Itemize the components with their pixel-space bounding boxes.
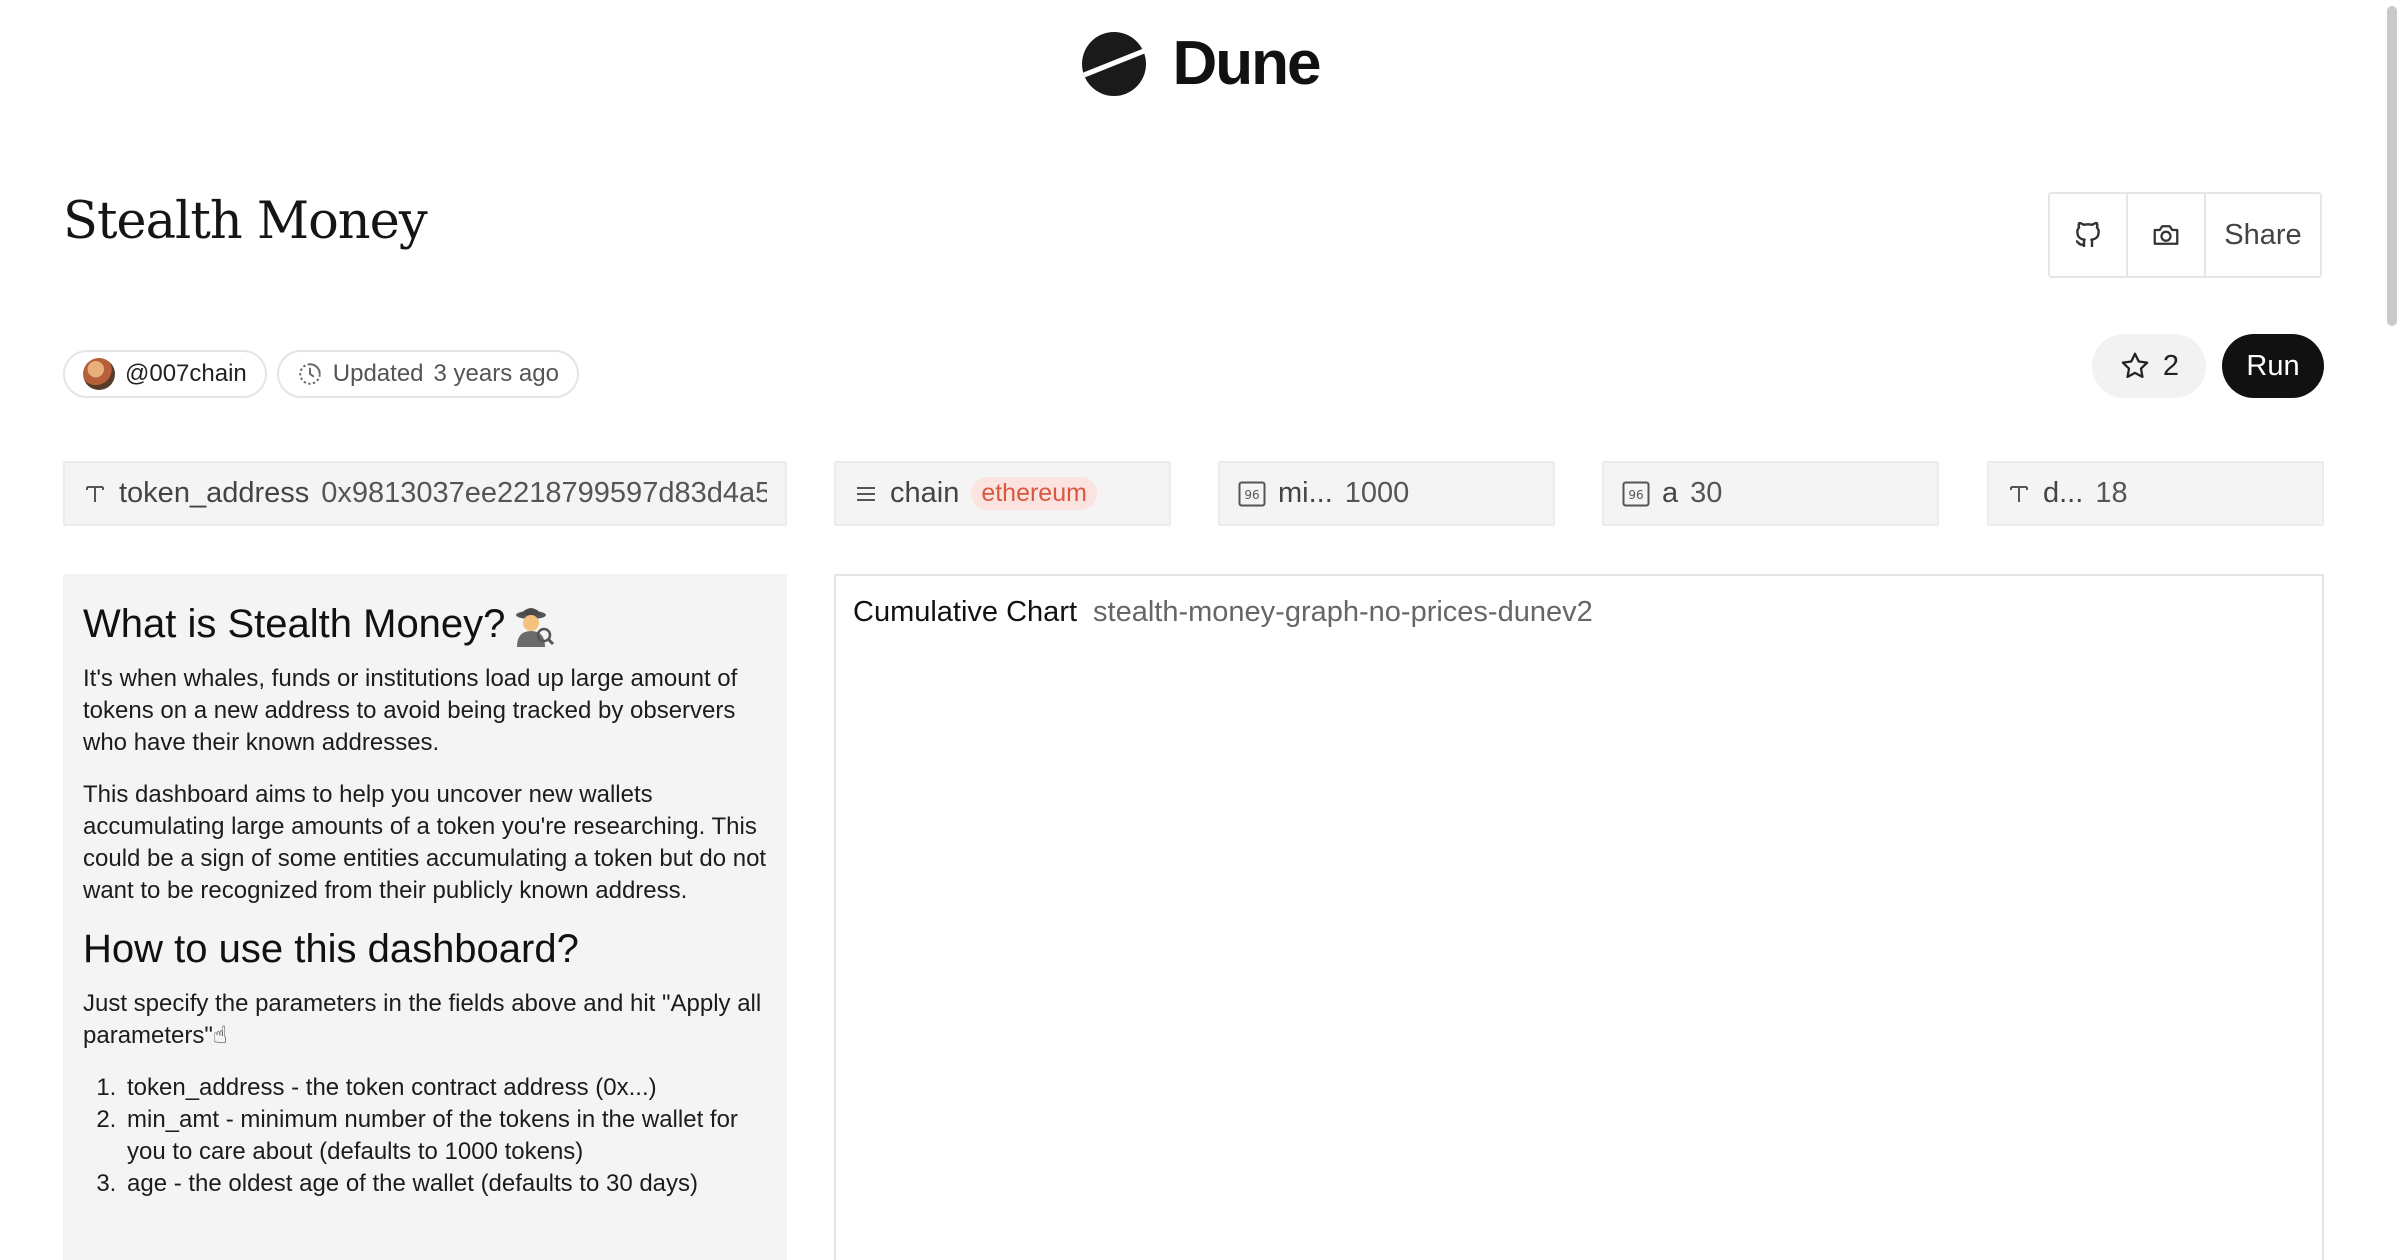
star-button[interactable]: 2	[2092, 334, 2206, 398]
list-icon	[854, 482, 878, 506]
avatar	[83, 358, 115, 390]
param-value: 30	[1690, 477, 1723, 509]
dune-logo-icon[interactable]	[1081, 31, 1147, 97]
clock-icon	[299, 363, 321, 385]
star-icon	[2121, 352, 2149, 379]
author-pill[interactable]: @007chain	[63, 350, 267, 398]
param-token-address[interactable]: token_address 0x9813037ee2218799597d83d4…	[63, 461, 787, 526]
text-widget: What is Stealth Money? It's when whales,…	[63, 574, 787, 1260]
chart-widget: Cumulative Chart stealth-money-graph-no-…	[834, 574, 2324, 1260]
scrollbar-thumb[interactable]	[2387, 6, 2397, 326]
detective-emoji-icon	[516, 607, 555, 647]
text-icon	[2007, 482, 2031, 506]
list-item: min_amt - minimum number of the tokens i…	[123, 1104, 767, 1168]
camera-icon	[2153, 225, 2179, 245]
updated-label: Updated	[332, 360, 424, 387]
chart-header: Cumulative Chart stealth-money-graph-no-…	[853, 596, 2305, 629]
param-name: a	[1662, 477, 1679, 509]
svg-text:96: 96	[1244, 488, 1259, 502]
star-count: 2	[2162, 349, 2180, 382]
updated-pill: Updated 3 years ago	[276, 350, 579, 398]
param-value: 18	[2095, 477, 2128, 509]
param-decimals[interactable]: d... 18	[1987, 461, 2324, 526]
brand-name[interactable]: Dune	[1173, 28, 1322, 99]
param-value-tag: ethereum	[971, 477, 1097, 510]
page-title: Stealth Money	[63, 192, 428, 251]
list-item: token_address - the token contract addre…	[123, 1072, 767, 1104]
paragraph: It's when whales, funds or institutions …	[83, 665, 738, 756]
dashboard-actions: Share	[2048, 192, 2322, 278]
param-value: 0x9813037ee2218799597d83d4a5	[321, 477, 767, 509]
param-name: token_address	[119, 477, 310, 509]
dashboard-meta: @007chain Updated 3 years ago	[63, 350, 579, 398]
param-name: chain	[890, 477, 960, 509]
text-icon	[83, 482, 107, 506]
query-name-link[interactable]: stealth-money-graph-no-prices-dunev2	[1093, 596, 1593, 629]
param-name: d...	[2043, 477, 2084, 509]
page-scrollbar[interactable]	[2384, 0, 2400, 1260]
param-value: 1000	[1344, 477, 1410, 509]
svg-text:96: 96	[1628, 488, 1643, 502]
widget-heading: How to use this dashboard?	[83, 927, 579, 971]
github-button[interactable]	[2050, 194, 2128, 276]
screenshot-button[interactable]	[2128, 194, 2206, 276]
heading-text: What is Stealth Money?	[83, 602, 506, 646]
number-icon: 96	[1238, 481, 1266, 507]
param-chain[interactable]: chain ethereum	[834, 461, 1171, 526]
site-header: Dune	[0, 28, 2400, 99]
number-icon: 96	[1622, 481, 1650, 507]
author-name: @007chain	[125, 360, 247, 387]
param-name: mi...	[1278, 477, 1333, 509]
parameter-list: token_address - the token contract addre…	[83, 1072, 767, 1200]
widget-heading: What is Stealth Money?	[83, 602, 767, 647]
share-button[interactable]: Share	[2206, 194, 2320, 276]
param-age[interactable]: 96 a 30	[1602, 461, 1939, 526]
run-button[interactable]: Run	[2222, 334, 2324, 398]
param-min-amt[interactable]: 96 mi... 1000	[1218, 461, 1555, 526]
paragraph: Just specify the parameters in the field…	[83, 990, 762, 1049]
updated-time: 3 years ago	[433, 360, 559, 387]
paragraph: This dashboard aims to help you uncover …	[83, 781, 767, 904]
github-icon	[2075, 221, 2100, 247]
chart-type-label: Cumulative Chart	[853, 596, 1078, 628]
list-item: age - the oldest age of the wallet (defa…	[123, 1168, 767, 1200]
